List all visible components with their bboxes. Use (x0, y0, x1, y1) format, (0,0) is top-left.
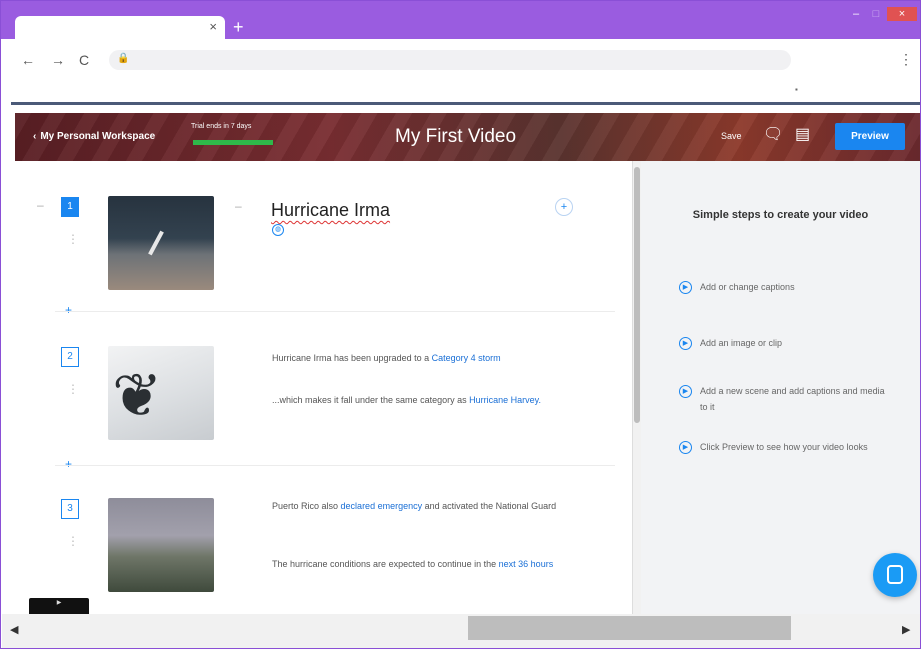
caption-text: ...which makes it fall under the same ca… (272, 395, 470, 405)
browser-toolbar: ← → C 🔒 ⋮ ▪ (1, 39, 920, 105)
address-bar[interactable]: 🔒 (109, 50, 791, 70)
caption-text: Hurricane Irma has been upgraded to a (272, 353, 432, 363)
drag-handle-icon[interactable]: ⋮ (67, 233, 79, 245)
minimize-button[interactable]: – (847, 7, 865, 21)
help-step-text: Add or change captions (700, 282, 795, 292)
close-window-button[interactable]: × (887, 7, 917, 21)
back-button[interactable]: ← (21, 52, 35, 68)
scene-number[interactable]: 3 (61, 499, 79, 519)
horizontal-scrollbar[interactable]: ◀ ▶ (2, 614, 920, 648)
help-title: Simple steps to create your video (692, 209, 869, 221)
add-scene-button[interactable]: + (65, 303, 72, 317)
maximize-button[interactable]: □ (867, 7, 885, 21)
caption-text: and activated the National Guard (422, 501, 557, 511)
help-panel: Simple steps to create your video ▶ Add … (641, 161, 920, 614)
extension-icon[interactable]: ▪ (795, 85, 798, 94)
comment-icon[interactable]: 🗨 (763, 126, 783, 144)
play-circle-icon: ▶ (679, 281, 692, 294)
scene-thumbnail[interactable]: ❦ (108, 346, 214, 440)
help-step-text: Add an image or clip (700, 338, 783, 348)
drag-handle-icon[interactable]: ⋮ (67, 383, 79, 395)
caption-link[interactable]: declared emergency (341, 501, 423, 511)
trial-badge[interactable]: Trial ends in 7 days (191, 122, 273, 152)
scene-thumbnail[interactable] (108, 196, 214, 290)
browser-titlebar: × + – □ × (1, 1, 920, 39)
drag-handle-icon[interactable]: ⋮ (67, 535, 79, 547)
scene-title[interactable]: Hurricane Irma (271, 200, 390, 221)
chat-button[interactable] (873, 553, 917, 597)
tab-close-icon[interactable]: × (209, 19, 217, 35)
help-step[interactable]: ▶ Add or change captions (679, 279, 889, 295)
preview-button[interactable]: Preview (835, 123, 905, 150)
play-circle-icon: ▶ (679, 337, 692, 350)
help-step[interactable]: ▶ Add a new scene and add captions and m… (679, 383, 889, 415)
scene-collapse-icon[interactable]: – (37, 198, 44, 212)
caption-line[interactable]: Puerto Rico also declared emergency and … (272, 499, 562, 513)
globe-icon[interactable]: ◍ (272, 224, 284, 236)
scene-thumbnail[interactable] (108, 498, 214, 592)
play-icon: ▶ (56, 600, 62, 606)
caption-dash-icon: – (235, 199, 242, 213)
forward-button[interactable]: → (51, 52, 65, 68)
trial-text: Trial ends in 7 days (191, 123, 252, 130)
horizontal-scroll-thumb[interactable] (468, 616, 791, 640)
trial-progress-bar (193, 140, 273, 145)
chevron-left-icon: ‹ (33, 131, 37, 142)
folder-icon[interactable]: ▤ (795, 126, 810, 144)
scenes-panel: – 1 ⋮ – Hurricane Irma ◍ + + 2 ⋮ ❦ Hurri… (15, 161, 635, 614)
scene-number[interactable]: 2 (61, 347, 79, 367)
lock-icon: 🔒 (117, 53, 130, 64)
vertical-scroll-thumb[interactable] (634, 167, 640, 423)
caption-text: The hurricane conditions are expected to… (272, 559, 499, 569)
help-step-text: Add a new scene and add captions and med… (700, 386, 885, 412)
caption-link[interactable]: Category 4 storm (432, 353, 501, 363)
help-step[interactable]: ▶ Click Preview to see how your video lo… (679, 439, 889, 455)
palm-tree-shape: ❦ (112, 362, 163, 429)
storm-debris-shape (148, 230, 164, 256)
scroll-right-arrow-icon[interactable]: ▶ (902, 623, 910, 636)
reload-button[interactable]: C (79, 52, 89, 68)
toolbar-divider (11, 102, 920, 105)
browser-tab[interactable]: × (15, 16, 225, 39)
chat-icon (887, 565, 903, 584)
caption-line[interactable]: Hurricane Irma has been upgraded to a Ca… (272, 351, 562, 365)
scene-number[interactable]: 1 (61, 197, 79, 217)
workspace-label: My Personal Workspace (40, 131, 156, 142)
tv-thumbnail[interactable]: ▶ (29, 598, 89, 614)
help-step-text: Click Preview to see how your video look… (700, 442, 868, 452)
scene-separator (55, 311, 615, 312)
caption-link[interactable]: Hurricane Harvey. (469, 395, 541, 405)
scene-separator (55, 465, 615, 466)
browser-menu-icon[interactable]: ⋮ (899, 51, 913, 67)
app-header: ‹ My Personal Workspace Trial ends in 7 … (15, 113, 920, 161)
vertical-scrollbar[interactable] (632, 161, 641, 614)
caption-text: Puerto Rico also (272, 501, 341, 511)
save-button[interactable]: Save (721, 131, 742, 141)
scroll-left-arrow-icon[interactable]: ◀ (10, 623, 18, 636)
browser-window: × + – □ × ← → C 🔒 ⋮ ▪ ‹ My Personal Work… (0, 0, 921, 649)
play-circle-icon: ▶ (679, 385, 692, 398)
caption-link[interactable]: next 36 hours (499, 559, 554, 569)
scene-add-icon[interactable]: + (555, 198, 573, 216)
help-step[interactable]: ▶ Add an image or clip (679, 335, 889, 351)
workspace-link[interactable]: ‹ My Personal Workspace (33, 130, 155, 144)
caption-line[interactable]: The hurricane conditions are expected to… (272, 557, 562, 571)
caption-line[interactable]: ...which makes it fall under the same ca… (272, 393, 562, 407)
play-circle-icon: ▶ (679, 441, 692, 454)
add-scene-button[interactable]: + (65, 457, 72, 471)
video-title[interactable]: My First Video (395, 125, 516, 149)
new-tab-button[interactable]: + (233, 18, 244, 36)
